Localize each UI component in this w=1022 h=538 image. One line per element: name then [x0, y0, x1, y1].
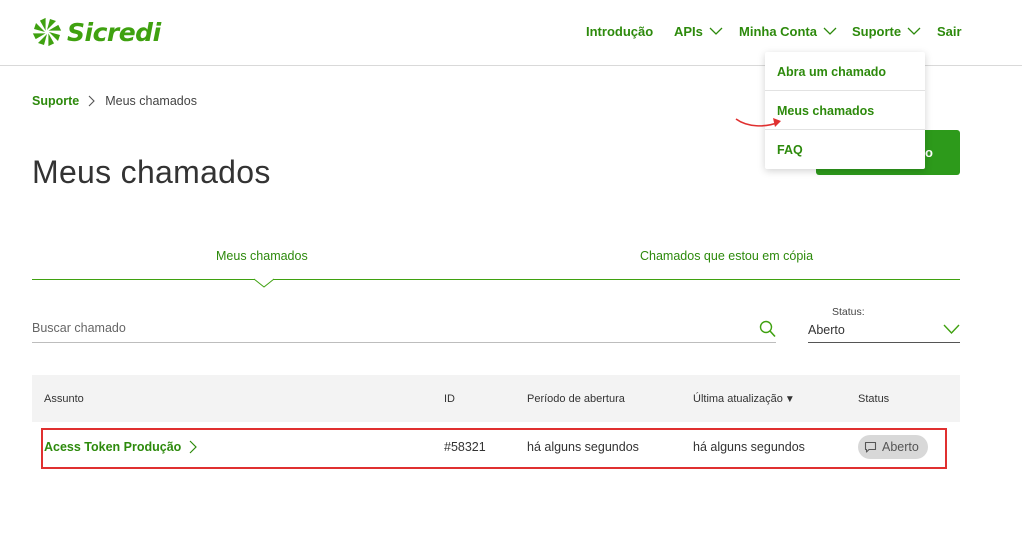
- nav-label: Introdução: [586, 24, 654, 39]
- tabs-underline: [32, 279, 960, 280]
- nav-item-sair[interactable]: Sair: [937, 24, 962, 39]
- column-header-periodo: Período de abertura: [527, 393, 625, 405]
- nav-label: Minha Conta: [739, 24, 817, 39]
- nav-label: Sair: [937, 24, 962, 39]
- menu-item-label: Abra um chamado: [777, 64, 887, 79]
- column-header-ultima-atualizacao[interactable]: Última atualização ▼: [693, 393, 795, 405]
- nav-item-apis[interactable]: APIs: [674, 24, 723, 39]
- nav-label: Suporte: [852, 24, 902, 39]
- nav-item-minha-conta[interactable]: Minha Conta: [739, 24, 837, 39]
- menu-item-abra-um-chamado[interactable]: Abra um chamado: [765, 52, 925, 91]
- new-ticket-button-label: o: [925, 145, 933, 160]
- column-header-status: Status: [858, 393, 890, 405]
- search-input[interactable]: [32, 321, 732, 335]
- logo-text: Sicredi: [67, 17, 161, 47]
- nav-item-suporte[interactable]: Suporte: [852, 24, 921, 39]
- nav-item-introducao[interactable]: Introdução: [586, 24, 653, 39]
- search-icon[interactable]: [759, 320, 776, 338]
- sort-desc-icon: ▼: [784, 394, 795, 405]
- breadcrumb-link-suporte[interactable]: Suporte: [32, 94, 79, 108]
- nav-label: APIs: [674, 24, 703, 39]
- column-header-label: Última atualização: [693, 393, 783, 405]
- tab-meus-chamados[interactable]: Meus chamados: [216, 249, 308, 263]
- menu-item-label: FAQ: [777, 142, 803, 157]
- chevron-right-icon: [88, 95, 96, 107]
- annotation-arrow-icon: [735, 118, 781, 127]
- annotation-highlight-box: [41, 428, 947, 469]
- status-select-value: Aberto: [808, 323, 845, 337]
- sicredi-logo-icon: [32, 17, 62, 47]
- support-dropdown-menu: Abra um chamado Meus chamados FAQ: [765, 52, 925, 169]
- menu-item-label: Meus chamados: [777, 103, 875, 118]
- menu-item-meus-chamados[interactable]: Meus chamados: [765, 91, 925, 130]
- status-filter-label: Status:: [832, 306, 865, 318]
- breadcrumb-current: Meus chamados: [105, 94, 197, 108]
- status-select[interactable]: Aberto: [808, 320, 960, 343]
- page-title: Meus chamados: [32, 154, 271, 190]
- chevron-down-icon: [823, 27, 837, 35]
- column-header-assunto: Assunto: [44, 393, 84, 405]
- active-tab-caret-icon: [254, 278, 274, 288]
- menu-item-faq[interactable]: FAQ: [765, 130, 925, 169]
- chevron-down-icon: [907, 27, 921, 35]
- chevron-down-icon: [709, 27, 723, 35]
- table-header: Assunto ID Período de abertura Última at…: [32, 375, 960, 422]
- column-header-id: ID: [444, 393, 455, 405]
- sicredi-logo[interactable]: Sicredi: [32, 17, 161, 47]
- search-field: [32, 318, 776, 343]
- tabs: Meus chamados Chamados que estou em cópi…: [32, 240, 960, 288]
- breadcrumb: Suporte Meus chamados: [32, 94, 197, 108]
- tab-chamados-em-copia[interactable]: Chamados que estou em cópia: [640, 249, 813, 263]
- chevron-down-icon: [943, 324, 960, 335]
